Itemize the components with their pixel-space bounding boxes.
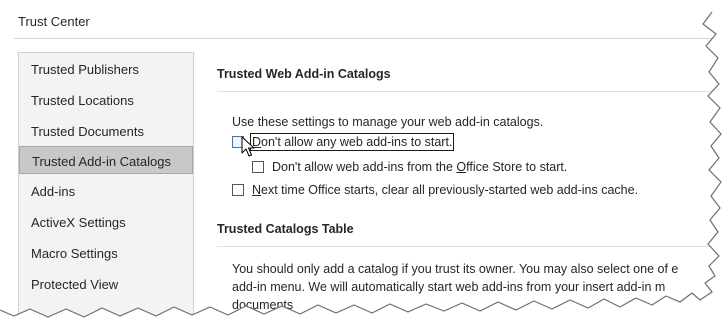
option-label-text: on't allow any web add-ins to start. [261,135,453,149]
section-header-web-catalogs: Trusted Web Add-in Catalogs [217,67,391,81]
catalogs-table-paragraph-line: add-in menu. We will automatically start… [232,280,666,294]
option-dont-allow-web-addins-label[interactable]: Don't allow any web add-ins to start. [249,133,455,151]
mnemonic-n: N [252,183,262,197]
option-clear-web-addins-cache-label[interactable]: Next time Office starts, clear all previ… [252,183,638,197]
option-label-text: ffice Store to start. [466,160,568,174]
sidebar-item-add-ins[interactable]: Add-ins [19,177,193,205]
option-label-text: ext time Office starts, clear all previo… [261,183,639,197]
section-header-catalogs-table: Trusted Catalogs Table [217,222,354,236]
sidebar-item-activex-settings[interactable]: ActiveX Settings [19,208,193,236]
sidebar: Trusted Publishers Trusted Locations Tru… [18,52,194,323]
sidebar-item-trusted-add-in-catalogs[interactable]: Trusted Add-in Catalogs [19,146,193,174]
catalogs-table-paragraph-line: You should only add a catalog if you tru… [232,262,679,276]
sidebar-item-trusted-locations[interactable]: Trusted Locations [19,86,193,114]
title-divider [14,38,726,39]
catalogs-table-paragraph-line: documents [232,298,294,312]
section-divider [217,246,726,247]
sidebar-item-trusted-documents[interactable]: Trusted Documents [19,117,193,145]
checkbox-clear-web-addins-cache[interactable] [232,184,244,196]
sidebar-item-macro-settings[interactable]: Macro Settings [19,239,193,267]
option-label-text: Don't allow web add-ins from the [272,160,457,174]
mouse-pointer-icon [241,136,255,157]
section-divider [217,91,726,92]
web-catalogs-description: Use these settings to manage your web ad… [232,115,544,129]
trust-center-window: Trust Center Trusted Publishers Trusted … [0,0,726,323]
mnemonic-o: O [456,160,467,174]
sidebar-item-trusted-publishers[interactable]: Trusted Publishers [19,55,193,83]
option-dont-allow-office-store-label[interactable]: Don't allow web add-ins from the Office … [272,160,567,174]
sidebar-item-protected-view[interactable]: Protected View [19,270,193,298]
window-title: Trust Center [18,14,90,29]
checkbox-dont-allow-office-store[interactable] [252,161,264,173]
